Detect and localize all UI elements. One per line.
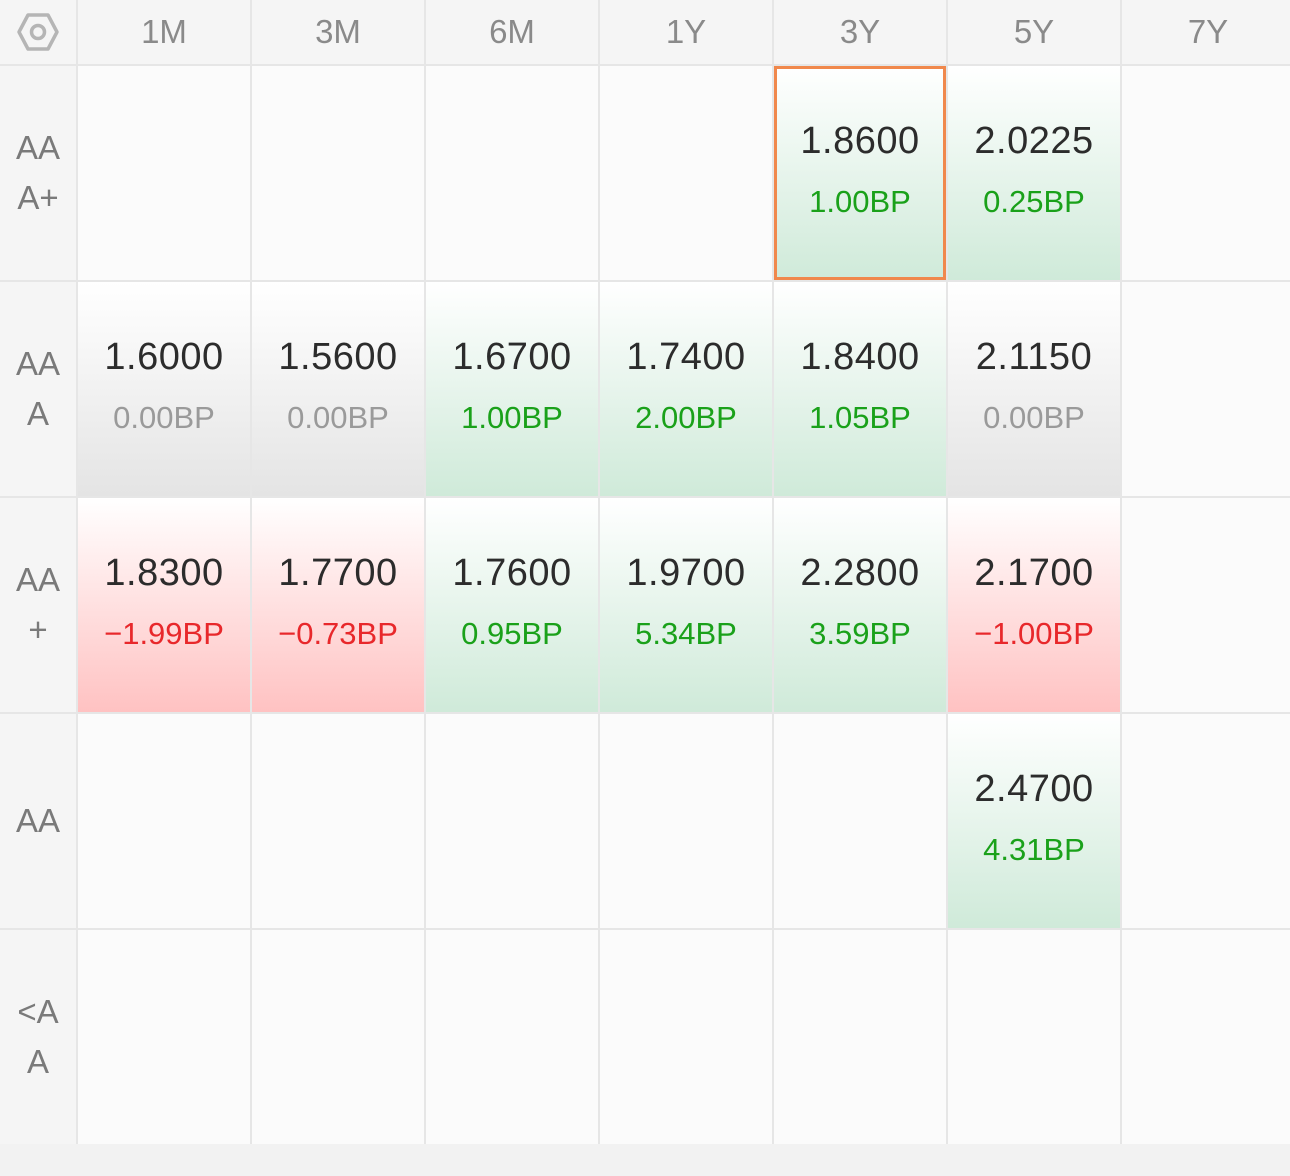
row-header[interactable]: AA+ xyxy=(0,498,76,712)
row-header[interactable]: AA xyxy=(0,714,76,928)
row-header[interactable]: <AA xyxy=(0,930,76,1144)
quote-cell[interactable]: 1.6000 0.00BP xyxy=(78,282,250,496)
quote-cell[interactable]: 1.8300 −1.99BP xyxy=(78,498,250,712)
hexagon-gear-icon xyxy=(17,13,59,51)
settings-button[interactable] xyxy=(0,0,76,64)
yield-value: 1.7700 xyxy=(278,552,398,594)
column-header-3y[interactable]: 3Y xyxy=(774,0,946,64)
yield-change: −1.99BP xyxy=(104,616,224,651)
empty-cell[interactable] xyxy=(1122,498,1290,712)
column-header-5y[interactable]: 5Y xyxy=(948,0,1120,64)
row-header-label: <AA xyxy=(17,993,59,1080)
yield-value: 1.6000 xyxy=(104,336,224,378)
yield-value: 2.0225 xyxy=(974,120,1094,162)
yield-change: 0.00BP xyxy=(983,400,1085,435)
quote-cell[interactable]: 1.8400 1.05BP xyxy=(774,282,946,496)
yield-value: 1.8300 xyxy=(104,552,224,594)
yield-change: 0.00BP xyxy=(287,400,389,435)
quote-cell[interactable]: 1.7700 −0.73BP xyxy=(252,498,424,712)
yield-change: 3.59BP xyxy=(809,616,911,651)
yield-value: 1.9700 xyxy=(626,552,746,594)
row-header-label: AA+ xyxy=(15,561,61,648)
yield-matrix: 1M 3M 6M 1Y 3Y 5Y 7Y AAA+ 1.8600 1.00BP 2.0225 0.25… xyxy=(0,0,1290,1144)
yield-value: 1.7400 xyxy=(626,336,746,378)
yield-change: 0.25BP xyxy=(983,184,1085,219)
yield-value: 1.7600 xyxy=(452,552,572,594)
empty-cell[interactable] xyxy=(252,714,424,928)
empty-cell[interactable] xyxy=(78,714,250,928)
column-header-7y[interactable]: 7Y xyxy=(1122,0,1290,64)
row-header-label: AAA xyxy=(15,345,61,432)
column-header-1y[interactable]: 1Y xyxy=(600,0,772,64)
empty-cell[interactable] xyxy=(600,66,772,280)
yield-value: 1.8400 xyxy=(800,336,920,378)
yield-change: 1.00BP xyxy=(461,400,563,435)
empty-cell[interactable] xyxy=(948,930,1120,1144)
column-header-3m[interactable]: 3M xyxy=(252,0,424,64)
row-header-label: AAA+ xyxy=(15,129,61,216)
empty-cell[interactable] xyxy=(78,66,250,280)
row-header-label: AA xyxy=(15,802,61,839)
yield-value: 2.4700 xyxy=(974,768,1094,810)
empty-cell[interactable] xyxy=(252,66,424,280)
yield-change: −0.73BP xyxy=(278,616,398,651)
bottom-bar xyxy=(0,1144,1290,1176)
empty-cell[interactable] xyxy=(600,930,772,1144)
yield-value: 1.8600 xyxy=(800,120,920,162)
quote-cell[interactable]: 2.1150 0.00BP xyxy=(948,282,1120,496)
quote-cell[interactable]: 1.7400 2.00BP xyxy=(600,282,772,496)
yield-value: 2.1150 xyxy=(975,336,1093,378)
quote-cell[interactable]: 2.1700 −1.00BP xyxy=(948,498,1120,712)
empty-cell[interactable] xyxy=(78,930,250,1144)
quote-cell[interactable]: 1.7600 0.95BP xyxy=(426,498,598,712)
empty-cell[interactable] xyxy=(252,930,424,1144)
yield-change: 0.00BP xyxy=(113,400,215,435)
yield-value: 1.5600 xyxy=(278,336,398,378)
yield-value: 1.6700 xyxy=(452,336,572,378)
empty-cell[interactable] xyxy=(1122,282,1290,496)
empty-cell[interactable] xyxy=(1122,714,1290,928)
quote-cell[interactable]: 2.4700 4.31BP xyxy=(948,714,1120,928)
yield-value: 2.2800 xyxy=(800,552,920,594)
yield-change: 4.31BP xyxy=(983,832,1085,867)
yield-change: 5.34BP xyxy=(635,616,737,651)
yield-change: 2.00BP xyxy=(635,400,737,435)
quote-cell[interactable]: 1.5600 0.00BP xyxy=(252,282,424,496)
row-header[interactable]: AAA xyxy=(0,282,76,496)
empty-cell[interactable] xyxy=(600,714,772,928)
empty-cell[interactable] xyxy=(1122,930,1290,1144)
quote-cell[interactable]: 1.8600 1.00BP xyxy=(774,66,946,280)
empty-cell[interactable] xyxy=(1122,66,1290,280)
quote-cell[interactable]: 1.6700 1.00BP xyxy=(426,282,598,496)
column-header-1m[interactable]: 1M xyxy=(78,0,250,64)
quote-cell[interactable]: 2.2800 3.59BP xyxy=(774,498,946,712)
yield-value: 2.1700 xyxy=(974,552,1094,594)
column-header-6m[interactable]: 6M xyxy=(426,0,598,64)
empty-cell[interactable] xyxy=(426,66,598,280)
empty-cell[interactable] xyxy=(426,930,598,1144)
empty-cell[interactable] xyxy=(774,714,946,928)
empty-cell[interactable] xyxy=(774,930,946,1144)
quote-cell[interactable]: 2.0225 0.25BP xyxy=(948,66,1120,280)
yield-change: 1.00BP xyxy=(809,184,911,219)
quote-cell[interactable]: 1.9700 5.34BP xyxy=(600,498,772,712)
yield-change: −1.00BP xyxy=(974,616,1094,651)
yield-change: 1.05BP xyxy=(809,400,911,435)
yield-change: 0.95BP xyxy=(461,616,563,651)
row-header[interactable]: AAA+ xyxy=(0,66,76,280)
empty-cell[interactable] xyxy=(426,714,598,928)
